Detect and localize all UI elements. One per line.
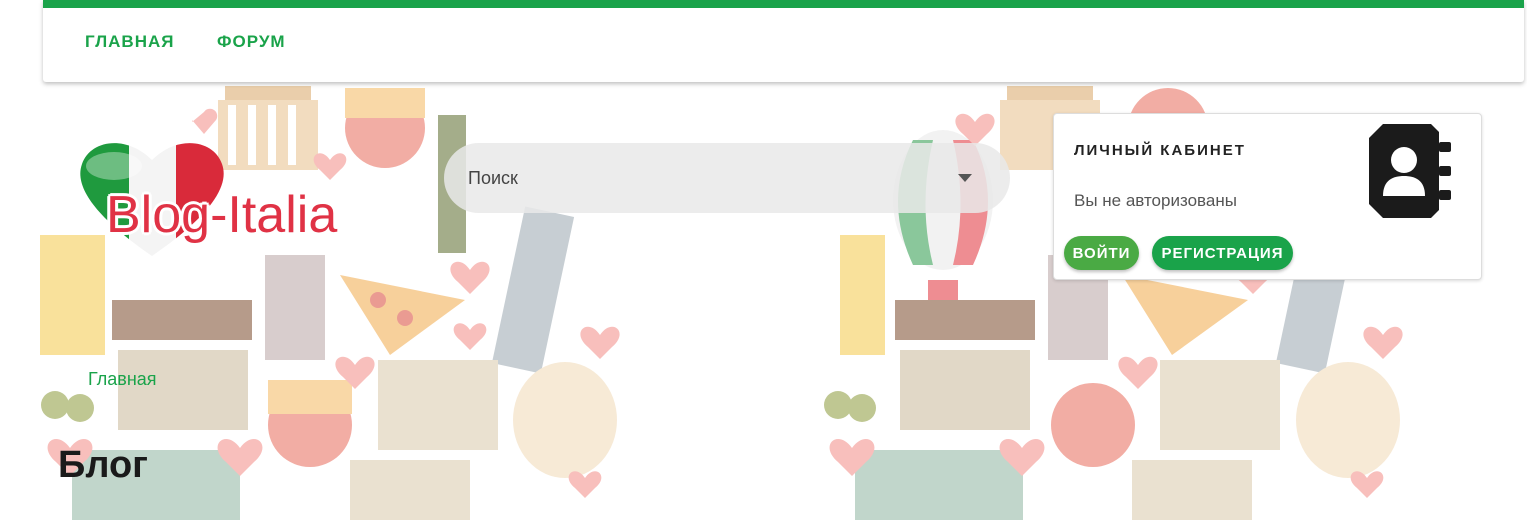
register-button[interactable]: РЕГИСТРАЦИЯ — [1152, 236, 1293, 270]
nav-item-home[interactable]: ГЛАВНАЯ — [85, 32, 174, 52]
carnival-mask-icon — [513, 362, 617, 478]
chevron-down-icon[interactable] — [958, 174, 972, 182]
nav-item-forum[interactable]: ФОРУМ — [217, 32, 286, 52]
basilica-icon — [378, 360, 498, 450]
account-title: ЛИЧНЫЙ КАБИНЕТ — [1074, 142, 1246, 159]
page-title: Блог — [58, 444, 148, 486]
gondola-icon — [112, 300, 252, 340]
building-icon — [265, 255, 325, 360]
login-button[interactable]: ВОЙТИ — [1064, 236, 1139, 270]
tower-of-pisa-icon — [491, 206, 575, 374]
logo-text[interactable]: Blog-Italia — [106, 185, 337, 245]
search-bar — [444, 143, 1010, 213]
search-input[interactable] — [466, 167, 920, 190]
breadcrumb-home[interactable]: Главная — [88, 369, 157, 390]
account-panel: ЛИЧНЫЙ КАБИНЕТ Вы не авторизованы ВОЙТИ … — [1053, 113, 1482, 280]
palace-icon — [118, 350, 248, 430]
contact-book-icon — [1369, 124, 1451, 218]
top-navigation: ГЛАВНАЯ ФОРУМ — [43, 0, 1524, 82]
auth-status-text: Вы не авторизованы — [1074, 191, 1237, 210]
